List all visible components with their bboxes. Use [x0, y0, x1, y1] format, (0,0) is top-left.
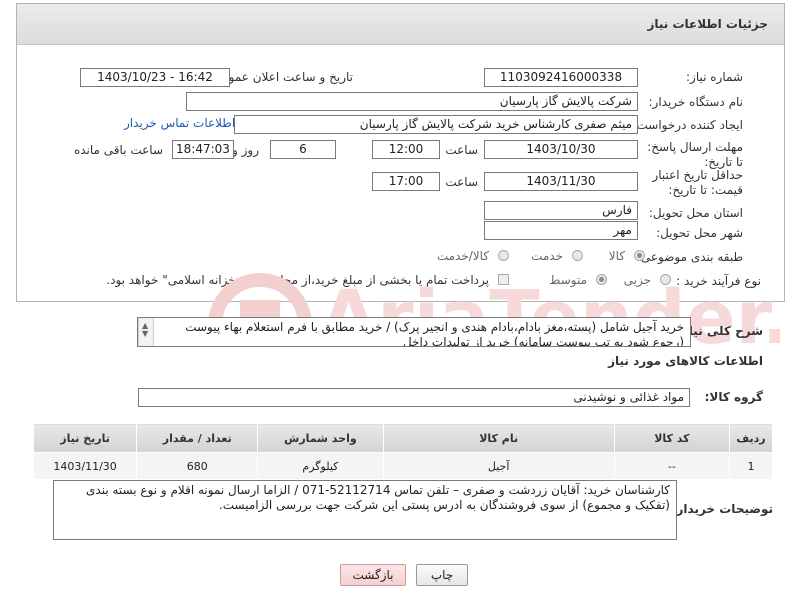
deadline-date-field: 1403/10/30	[484, 140, 638, 159]
validity-date-field: 1403/11/30	[484, 172, 638, 191]
treasury-payment-note: پرداخت تمام یا بخشی از مبلغ خرید،از محل …	[106, 273, 489, 287]
city-label: شهر محل تحویل:	[656, 226, 743, 240]
process-minor-label: جزیی	[623, 273, 651, 287]
category-radio-goods[interactable]	[634, 250, 645, 261]
cell-unit: کیلوگرم	[257, 452, 384, 480]
remaining-time-field: 18:47:03	[172, 140, 234, 159]
cell-code: --	[613, 452, 730, 480]
city-field: مهر	[484, 221, 638, 240]
process-radio-minor[interactable]	[660, 274, 671, 285]
col-row: ردیف	[728, 423, 774, 453]
remaining-label: ساعت باقی مانده	[73, 143, 163, 157]
category-both-label: کالا/خدمت	[436, 249, 489, 263]
need-number-label: شماره نیاز:	[686, 70, 743, 84]
description-textarea[interactable]: خرید آجیل شامل (پسته،مغز بادام،بادام هند…	[137, 317, 691, 347]
requester-label: ایجاد کننده درخواست:	[632, 118, 743, 132]
panel-header: جزئیات اطلاعات نیاز	[17, 4, 784, 45]
category-radio-service[interactable]	[572, 250, 583, 261]
validity-label: حداقل تاریخ اعتبار قیمت: تا تاریخ:	[652, 168, 743, 197]
scroll-down-icon[interactable]: ▼	[142, 326, 148, 341]
col-date: تاریخ نیاز	[32, 423, 138, 453]
category-label: طبقه بندی موضوعی:	[636, 250, 743, 264]
days-label: روز و	[232, 143, 259, 157]
buyer-notes-label: توضیحات خریدار:	[671, 502, 773, 516]
buyer-notes-textarea[interactable]: کارشناسان خرید: آقایان زردشت و صفری – تل…	[53, 480, 677, 540]
treasury-payment-checkbox[interactable]	[498, 274, 509, 285]
cell-qty: 680	[136, 452, 259, 480]
items-table: ردیف کد کالا نام کالا واحد شمارش تعداد /…	[32, 423, 774, 480]
process-medium-label: متوسط	[549, 273, 587, 287]
category-goods-label: کالا	[608, 249, 625, 263]
col-qty: تعداد / مقدار	[136, 423, 259, 453]
days-remaining-field: 6	[270, 140, 336, 159]
province-field: فارس	[484, 201, 638, 220]
need-number-field: 1103092416000338	[484, 68, 638, 87]
items-table-header: ردیف کد کالا نام کالا واحد شمارش تعداد /…	[32, 423, 774, 453]
process-radio-medium[interactable]	[596, 274, 607, 285]
category-service-label: خدمت	[531, 249, 563, 263]
category-radio-both[interactable]	[498, 250, 509, 261]
cell-row: 1	[728, 452, 774, 480]
table-row: 1 -- آجیل کیلوگرم 680 1403/11/30	[32, 452, 774, 480]
back-button[interactable]: بازگشت	[340, 564, 406, 586]
print-button[interactable]: چاپ	[416, 564, 468, 586]
goods-info-title: اطلاعات کالاهای مورد نیاز	[608, 354, 763, 368]
validity-time-label: ساعت	[445, 175, 478, 189]
description-line-1: خرید آجیل شامل (پسته،مغز بادام،بادام هند…	[185, 320, 684, 334]
col-unit: واحد شمارش	[257, 423, 384, 453]
cell-name: آجیل	[382, 452, 615, 480]
province-label: استان محل تحویل:	[648, 206, 743, 220]
description-scrollbar[interactable]: ▲ ▼	[138, 318, 154, 346]
buyer-org-label: نام دستگاه خریدار:	[648, 95, 744, 109]
process-label: نوع فرآیند خرید :	[676, 274, 761, 288]
deadline-time-label: ساعت	[445, 143, 478, 157]
goods-group-field: مواد غذائی و نوشیدنی	[138, 388, 690, 407]
validity-time-field: 17:00	[372, 172, 440, 191]
panel-title: جزئیات اطلاعات نیاز	[647, 17, 768, 31]
deadline-label: مهلت ارسال پاسخ: تا تاریخ:	[647, 140, 743, 169]
deadline-time-field: 12:00	[372, 140, 440, 159]
buyer-contact-link[interactable]: اطلاعات تماس خریدار	[124, 116, 235, 130]
col-code: کد کالا	[613, 423, 730, 453]
description-line-2: (رجوع شود به تب پیوست سامانه) خرید از تو…	[402, 335, 684, 347]
cell-date: 1403/11/30	[32, 452, 138, 480]
buyer-org-field: شرکت پالایش گاز پارسیان	[186, 92, 638, 111]
col-name: نام کالا	[382, 423, 615, 453]
announce-datetime-field: 1403/10/23 - 16:42	[80, 68, 230, 87]
requester-field: میثم صفری کارشناس خرید شرکت پالایش گاز پ…	[234, 115, 638, 134]
goods-group-label: گروه کالا:	[704, 390, 763, 404]
